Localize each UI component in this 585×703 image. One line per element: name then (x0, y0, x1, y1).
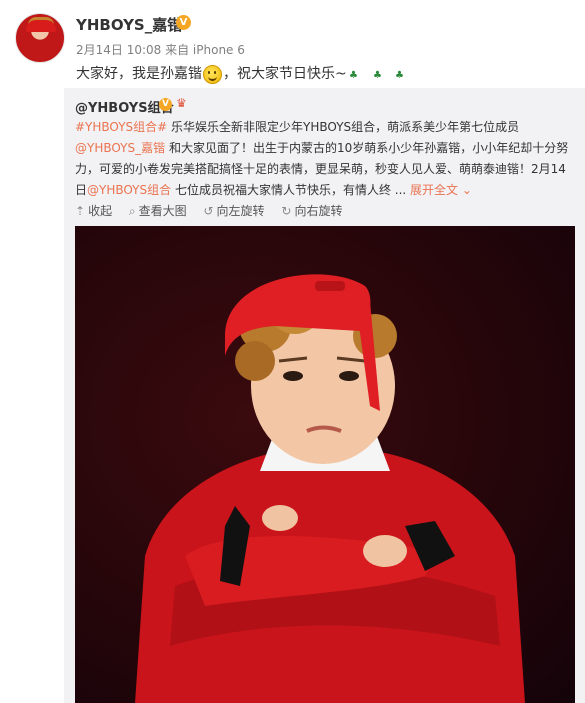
mention-link[interactable]: @YHBOYS组合 (87, 183, 171, 197)
post-meta: 2月14日 10:08 来自 iPhone 6 (76, 43, 245, 57)
smiley-face-icon (203, 64, 222, 84)
post-text-before: 大家好，我是孙嘉锴 (76, 66, 202, 82)
boy-in-red-photo (135, 274, 525, 703)
expand-full-text-link[interactable]: 展开全文 ⌄ (410, 183, 472, 197)
repost-line-4: 日@YHBOYS组合 七位成员祝福大家情人节快乐，有情人终 ... 展开全文 ⌄ (75, 181, 472, 198)
repost-line-3: 力，可爱的小卷发完美搭配搞怪十足的表情，更显呆萌，秒变人见人爱、萌萌泰迪锴！2月… (75, 160, 566, 177)
magnifier-icon: ⌕ (128, 204, 136, 218)
post-text-after: ，祝大家节日快乐~ (223, 66, 347, 82)
view-large-button[interactable]: ⌕ 查看大图 (129, 202, 187, 219)
repost-text: 和大家见面了！出生于内蒙古的10岁萌系小少年孙嘉锴，小小年纪却十分努 (165, 141, 569, 155)
collapse-label: 收起 (88, 204, 113, 218)
rotate-left-icon: ↺ (203, 204, 214, 218)
rotate-right-icon: ↻ (281, 204, 292, 218)
mention-link[interactable]: @YHBOYS_嘉锴 (75, 141, 165, 155)
verified-badge-icon: V (159, 98, 172, 111)
view-large-label: 查看大图 (138, 204, 187, 218)
repost-text: 乐华娱乐全新非限定少年YHBOYS组合，萌派系美少年第七位成员 (167, 120, 520, 134)
rotate-right-label: 向右旋转 (294, 204, 343, 218)
member-badge-icon: ♛ (176, 96, 187, 110)
rotate-left-button[interactable]: ↺ 向左旋转 (203, 202, 264, 219)
repost-line-2: @YHBOYS_嘉锴 和大家见面了！出生于内蒙古的10岁萌系小少年孙嘉锴，小小年… (75, 139, 568, 156)
sparkle-icon: ♣ (349, 70, 358, 81)
post-text: 大家好，我是孙嘉锴 ，祝大家节日快乐~ (76, 63, 347, 84)
user-avatar[interactable] (15, 13, 65, 63)
post-username[interactable]: YHBOYS_嘉锴 (76, 14, 182, 35)
sparkle-icon: ♣ (395, 70, 404, 81)
repost-text: 七位成员祝福大家情人节快乐，有情人终 ... (171, 183, 411, 197)
avatar-cap (26, 20, 56, 32)
repost-line-1: #YHBOYS组合# 乐华娱乐全新非限定少年YHBOYS组合，萌派系美少年第七位… (75, 118, 519, 135)
rotate-right-button[interactable]: ↻ 向右旋转 (281, 202, 342, 219)
collapse-button[interactable]: ⇡ 收起 (75, 202, 112, 219)
image-toolbar: ⇡ 收起 ⌕ 查看大图 ↺ 向左旋转 ↻ 向右旋转 (75, 202, 355, 219)
repost-text: 日 (75, 183, 88, 197)
rotate-left-label: 向左旋转 (216, 204, 265, 218)
post-photo[interactable] (75, 226, 575, 703)
sparkle-icon: ♣ (373, 70, 382, 81)
repost-text: 力，可爱的小卷发完美搭配搞怪十足的表情，更显呆萌，秒变人见人爱、萌萌泰迪锴！2月… (75, 162, 566, 176)
verified-badge-icon: V (176, 15, 191, 30)
topic-link[interactable]: #YHBOYS组合# (75, 120, 167, 134)
collapse-icon: ⇡ (75, 204, 86, 218)
